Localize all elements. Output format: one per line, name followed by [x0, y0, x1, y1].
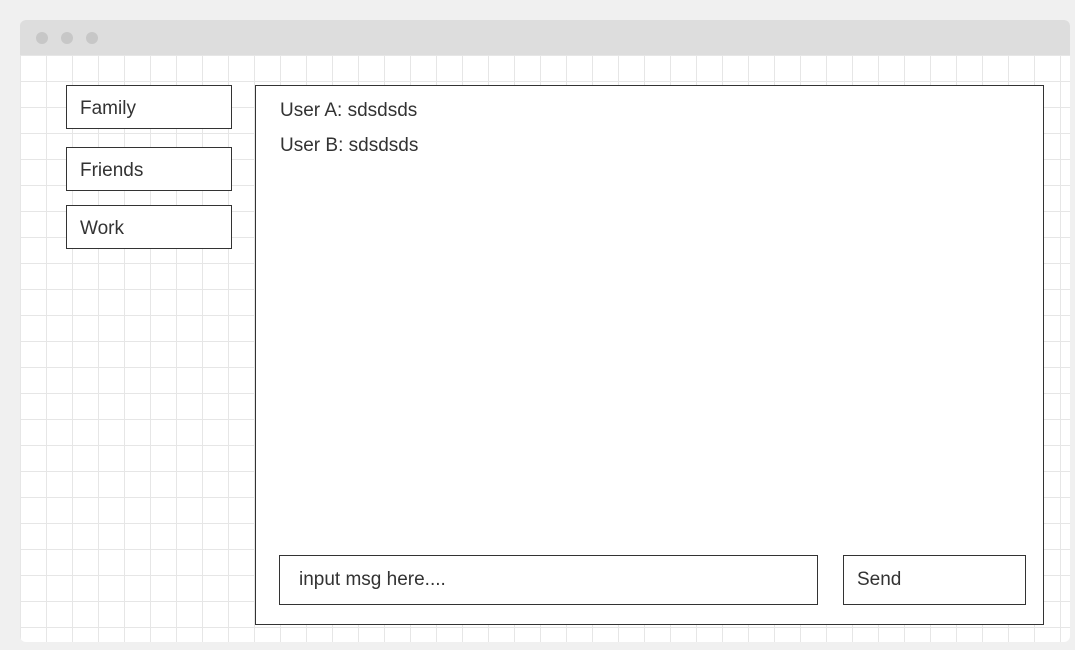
message-input[interactable]	[279, 555, 818, 605]
browser-window: Family Friends Work User A: sdsdsds User…	[20, 20, 1070, 642]
chat-panel: User A: sdsdsds User B: sdsdsds Send	[255, 85, 1044, 625]
chat-message: User A: sdsdsds	[280, 100, 418, 121]
sidebar-item-work[interactable]: Work	[66, 205, 232, 249]
window-close-dot-icon[interactable]	[36, 32, 48, 44]
sidebar-item-label: Friends	[80, 160, 144, 181]
window-maximize-dot-icon[interactable]	[86, 32, 98, 44]
sidebar-item-friends[interactable]: Friends	[66, 147, 232, 191]
sidebar-item-family[interactable]: Family	[66, 85, 232, 129]
sidebar-item-label: Work	[80, 218, 124, 239]
sidebar-item-label: Family	[80, 98, 136, 119]
window-titlebar	[20, 20, 1070, 55]
chat-message: User B: sdsdsds	[280, 135, 419, 156]
window-minimize-dot-icon[interactable]	[61, 32, 73, 44]
send-button[interactable]: Send	[843, 555, 1026, 605]
